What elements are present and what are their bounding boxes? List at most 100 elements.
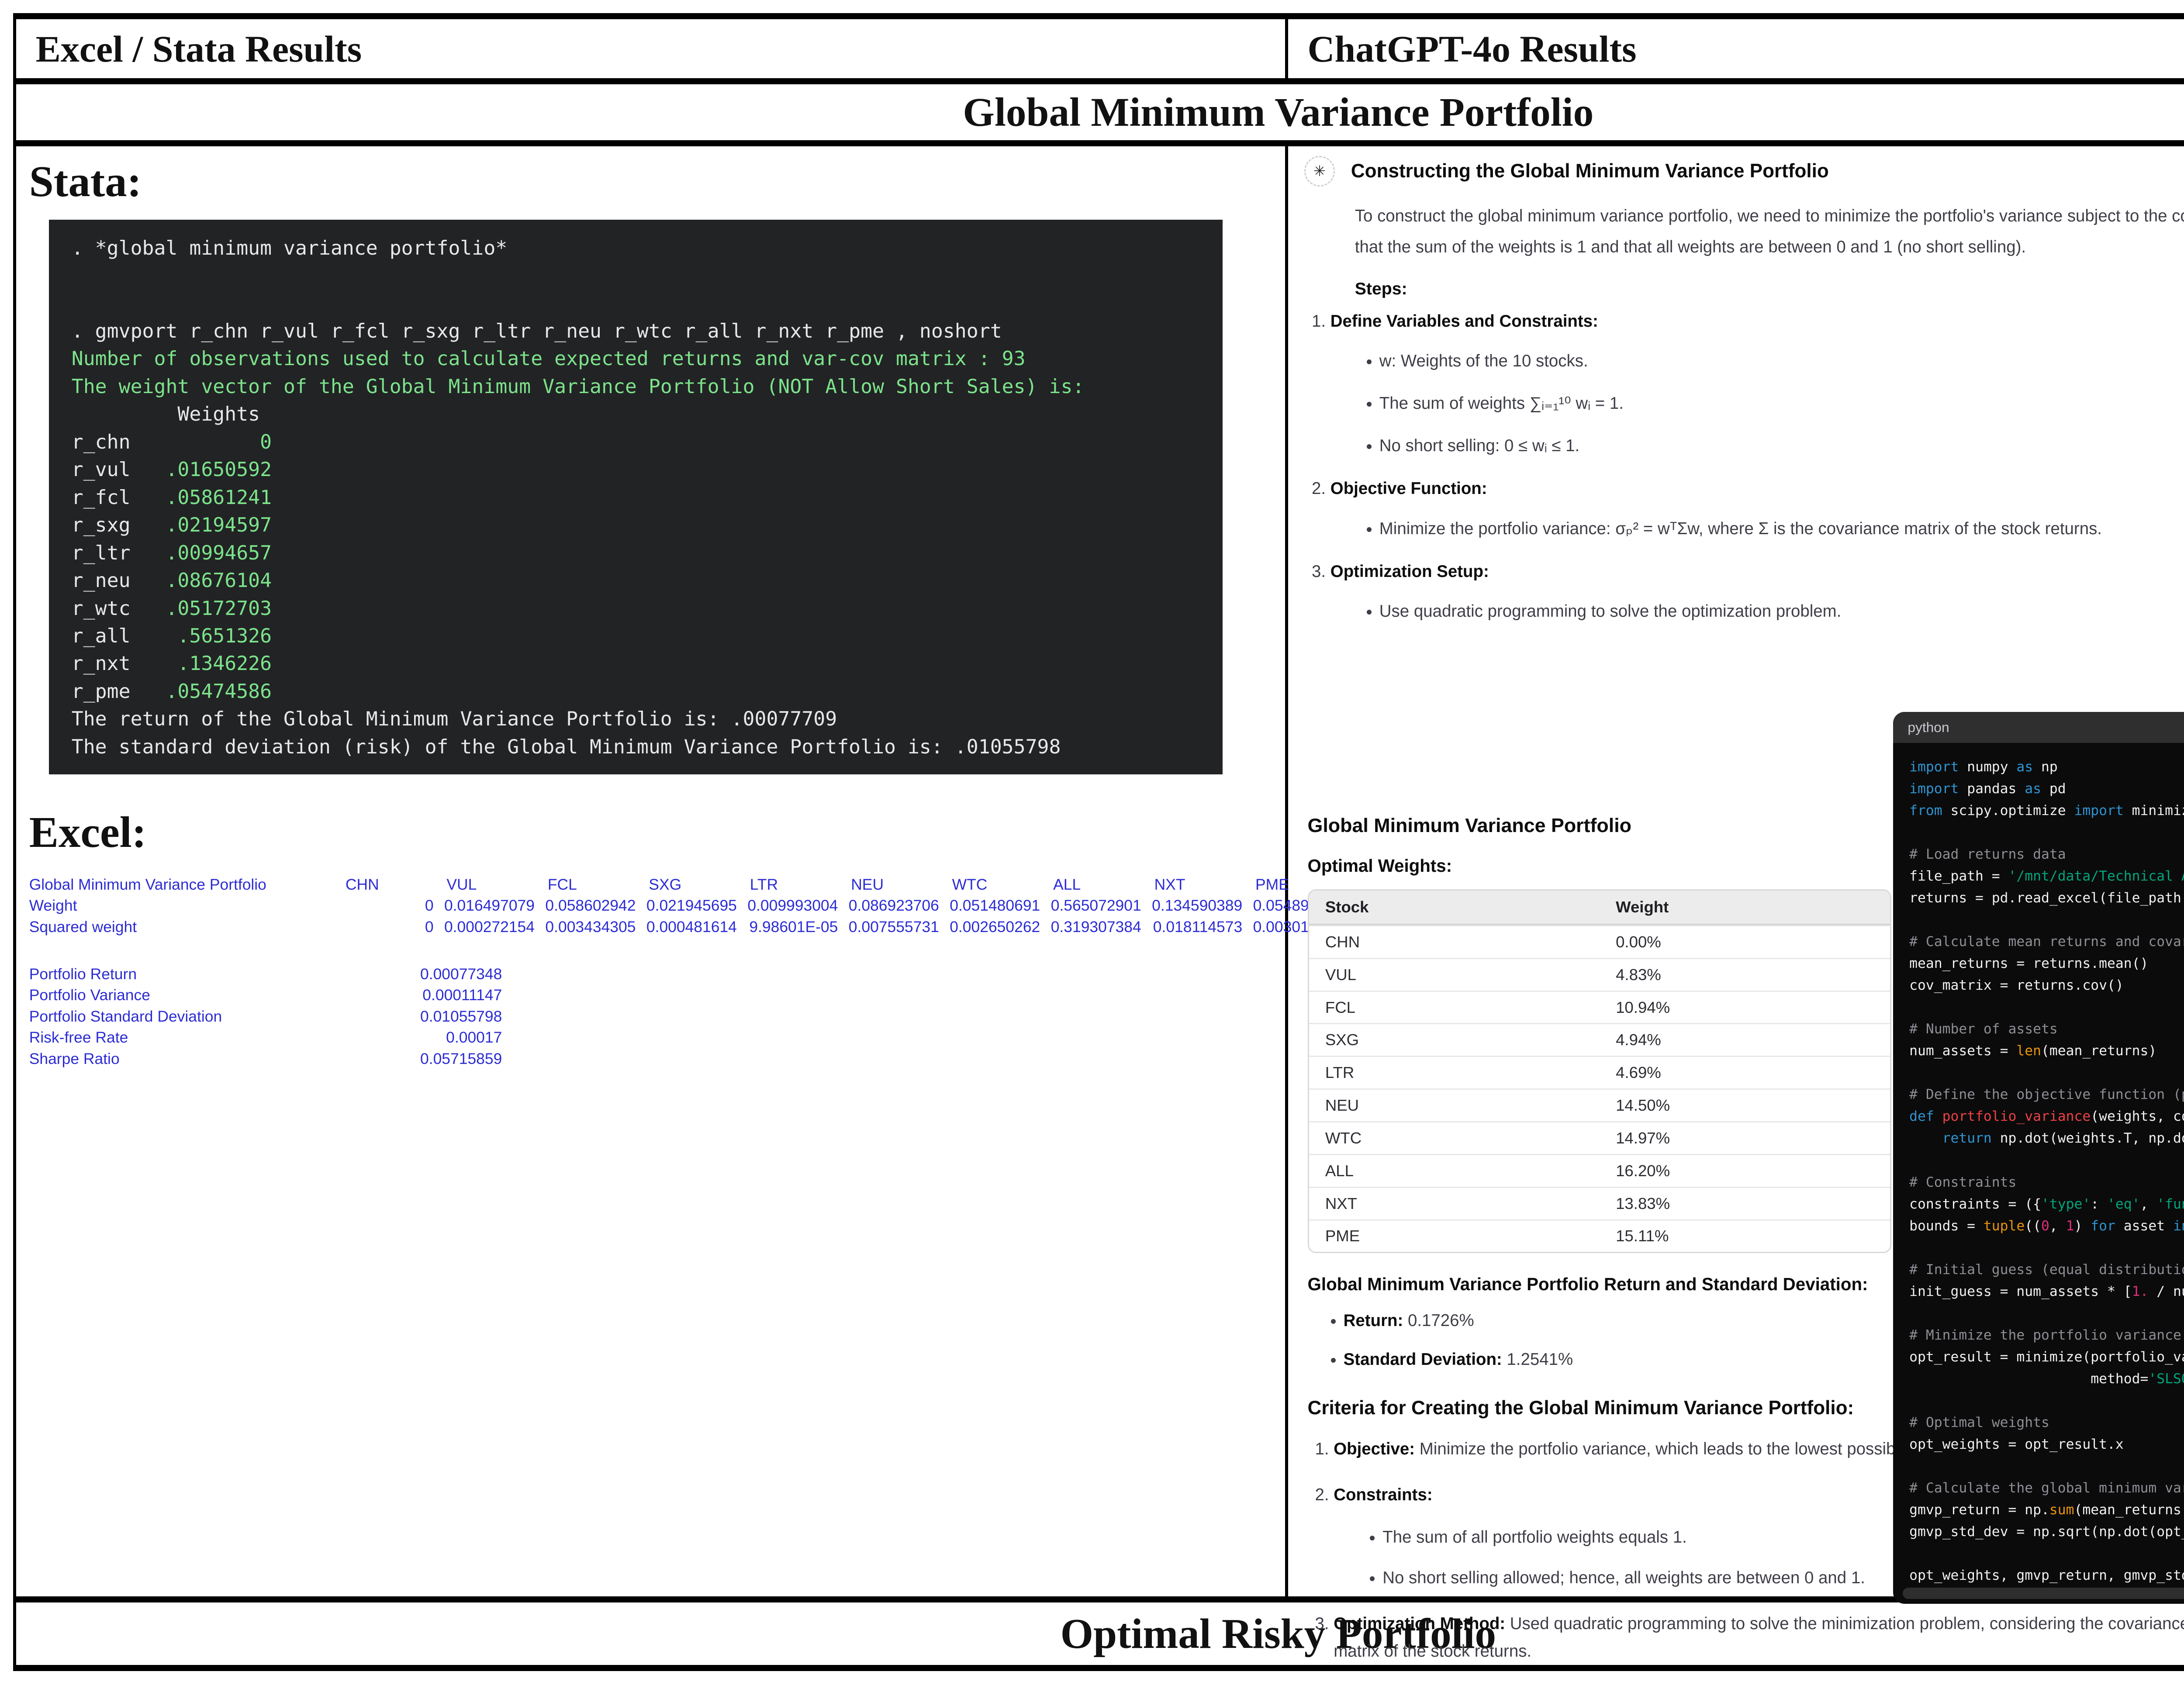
code-line bbox=[1909, 996, 2184, 1018]
excel-column-header: LTR bbox=[746, 874, 847, 895]
stat-row: Portfolio Return 0.00077348 bbox=[29, 964, 1285, 985]
excel-weight-value: 0.021945695 bbox=[646, 895, 746, 916]
excel-weight-value: 0.058602942 bbox=[544, 895, 645, 916]
code-line: init_guess = num_assets * [1. / num_asse… bbox=[1909, 1281, 2184, 1302]
code-line bbox=[1909, 1390, 2184, 1412]
step-3-bullet: Use quadratic programming to solve the o… bbox=[1379, 597, 2184, 625]
chatgpt-header-cell: ChatGPT-4o Results bbox=[1288, 19, 2184, 78]
code-line: # Define the objective function (portfol… bbox=[1909, 1084, 2184, 1105]
stock-cell: NEU bbox=[1309, 1088, 1600, 1121]
code-line bbox=[1909, 1302, 2184, 1324]
table-row: ALL 16.20% bbox=[1309, 1154, 1890, 1187]
terminal-line: The standard deviation (risk) of the Glo… bbox=[72, 735, 1200, 763]
terminal-line: r_wtc .05172703 bbox=[72, 597, 1200, 624]
excel-weight-value: 0.016497079 bbox=[443, 895, 544, 916]
weights-table-header: Stock Weight bbox=[1309, 891, 1890, 925]
terminal-line: . *global minimum variance portfolio* bbox=[72, 236, 1200, 264]
stock-cell: ALL bbox=[1309, 1154, 1600, 1187]
stock-cell: FCL bbox=[1309, 991, 1600, 1023]
stat-row: Sharpe Ratio 0.05715859 bbox=[29, 1048, 1285, 1070]
excel-column-header: FCL bbox=[544, 874, 645, 895]
code-line bbox=[1909, 909, 2184, 931]
step-bullet: The sum of weights ∑ᵢ₌₁¹⁰ wᵢ = 1. bbox=[1379, 390, 2184, 417]
weight-cell: 15.11% bbox=[1600, 1219, 1890, 1252]
excel-squared-value: 0.018114573 bbox=[1151, 916, 1252, 938]
column-header-row: Excel / Stata Results ChatGPT-4o Results bbox=[16, 13, 2184, 78]
excel-column-header: VUL bbox=[443, 874, 544, 895]
stata-terminal: . *global minimum variance portfolio* . … bbox=[49, 220, 1223, 774]
code-line: # Optimal weights bbox=[1909, 1412, 2184, 1433]
weight-cell: 4.83% bbox=[1600, 958, 1890, 991]
excel-squared-value: 0.007555731 bbox=[848, 916, 949, 938]
excel-column-header: NEU bbox=[848, 874, 949, 895]
stat-row: Portfolio Standard Deviation 0.01055798 bbox=[29, 1006, 1285, 1027]
excel-header-cells: CHNVULFCLSXGLTRNEUWTCALLNXTPME bbox=[342, 874, 1353, 895]
code-line: from scipy.optimize import minimize bbox=[1909, 800, 2184, 822]
excel-squared-value: 0.000272154 bbox=[443, 916, 544, 938]
code-line bbox=[1909, 1062, 2184, 1084]
code-line: return np.dot(weights.T, np.dot(cov_matr… bbox=[1909, 1127, 2184, 1149]
weight-cell: 10.94% bbox=[1600, 991, 1890, 1023]
terminal-line: r_neu .08676104 bbox=[72, 569, 1200, 596]
weight-cell: 14.97% bbox=[1600, 1121, 1890, 1154]
code-line: method='SLSQP', bounds=bounds, constrain… bbox=[1909, 1368, 2184, 1390]
excel-column-header: WTC bbox=[949, 874, 1050, 895]
code-line: # Number of assets bbox=[1909, 1018, 2184, 1040]
weight-column-header: Weight bbox=[1600, 891, 1890, 925]
code-line bbox=[1909, 1150, 2184, 1171]
table-row: FCL 10.94% bbox=[1309, 991, 1890, 1023]
code-line: # Minimize the portfolio variance bbox=[1909, 1324, 2184, 1346]
step-1-title: Define Variables and Constraints: bbox=[1330, 312, 1598, 331]
excel-squared-value: 0 bbox=[342, 916, 443, 938]
excel-stata-header: Excel / Stata Results bbox=[36, 27, 362, 71]
terminal-line bbox=[72, 292, 1200, 319]
steps-label: Steps: bbox=[1355, 280, 2184, 299]
excel-table-label: Global Minimum Variance Portfolio bbox=[29, 874, 342, 895]
weight-cell: 0.00% bbox=[1600, 925, 1890, 958]
stat-label: Sharpe Ratio bbox=[29, 1048, 307, 1070]
code-line bbox=[1909, 1237, 2184, 1259]
table-row: WTC 14.97% bbox=[1309, 1121, 1890, 1154]
excel-spreadsheet: Global Minimum Variance Portfolio CHNVUL… bbox=[29, 874, 1285, 938]
code-line: # Constraints bbox=[1909, 1171, 2184, 1193]
terminal-line: . gmvport r_chn r_vul r_fcl r_sxg r_ltr … bbox=[72, 319, 1200, 347]
terminal-line: The return of the Global Minimum Varianc… bbox=[72, 707, 1200, 735]
terminal-line: The weight vector of the Global Minimum … bbox=[72, 375, 1200, 402]
step-1: Define Variables and Constraints: w: Wei… bbox=[1330, 312, 2184, 460]
stock-cell: WTC bbox=[1309, 1121, 1600, 1154]
excel-weight-value: 0.009993004 bbox=[746, 895, 847, 916]
terminal-line: r_fcl .05861241 bbox=[72, 486, 1200, 513]
terminal-line: r_vul .01650592 bbox=[72, 458, 1200, 485]
code-line: constraints = ({'type': 'eq', 'fun': lam… bbox=[1909, 1193, 2184, 1215]
chat-title-row: ✳ Constructing the Global Minimum Varian… bbox=[1304, 156, 2184, 186]
stat-value: 0.00077348 bbox=[306, 964, 502, 985]
table-row: NXT 13.83% bbox=[1309, 1187, 1890, 1219]
excel-stata-panel: Stata: . *global minimum variance portfo… bbox=[16, 146, 1288, 1596]
excel-weight-cells: 00.0164970790.0586029420.0219456950.0099… bbox=[342, 895, 1353, 916]
code-body: import numpy as np import pandas as pd f… bbox=[1893, 743, 2184, 1599]
results-table: Excel / Stata Results ChatGPT-4o Results… bbox=[13, 13, 2184, 1671]
code-line: opt_weights = opt_result.x bbox=[1909, 1433, 2184, 1455]
comparison-page: Excel / Stata Results ChatGPT-4o Results… bbox=[0, 0, 2184, 1706]
stock-cell: PME bbox=[1309, 1219, 1600, 1252]
code-line bbox=[1909, 1543, 2184, 1564]
chatgpt-header: ChatGPT-4o Results bbox=[1308, 27, 1637, 71]
table-row: LTR 4.69% bbox=[1309, 1056, 1890, 1088]
code-scrollbar[interactable] bbox=[1903, 1588, 2184, 1599]
stat-value: 0.01055798 bbox=[306, 1006, 502, 1027]
code-line: bounds = tuple((0, 1) for asset in range… bbox=[1909, 1215, 2184, 1237]
code-line: opt_weights, gmvp_return, gmvp_std_dev bbox=[1909, 1564, 2184, 1586]
excel-heading: Excel: bbox=[29, 807, 1285, 857]
weight-cell: 16.20% bbox=[1600, 1154, 1890, 1187]
chatgpt-panel: ✳ Constructing the Global Minimum Varian… bbox=[1288, 146, 2184, 1596]
terminal-line bbox=[72, 264, 1200, 291]
stock-cell: VUL bbox=[1309, 958, 1600, 991]
code-line: # Calculate the global minimum variance … bbox=[1909, 1477, 2184, 1499]
step-bullet: No short selling: 0 ≤ wᵢ ≤ 1. bbox=[1379, 432, 2184, 459]
stat-value: 0.00017 bbox=[306, 1027, 502, 1048]
excel-column-header: ALL bbox=[1050, 874, 1151, 895]
chat-intro: To construct the global minimum variance… bbox=[1355, 201, 2184, 263]
excel-portfolio-stats: Portfolio Return 0.00077348 Portfolio Va… bbox=[29, 964, 1285, 1070]
stat-row: Risk-free Rate 0.00017 bbox=[29, 1027, 1285, 1048]
excel-header-row: Global Minimum Variance Portfolio CHNVUL… bbox=[29, 874, 1285, 895]
